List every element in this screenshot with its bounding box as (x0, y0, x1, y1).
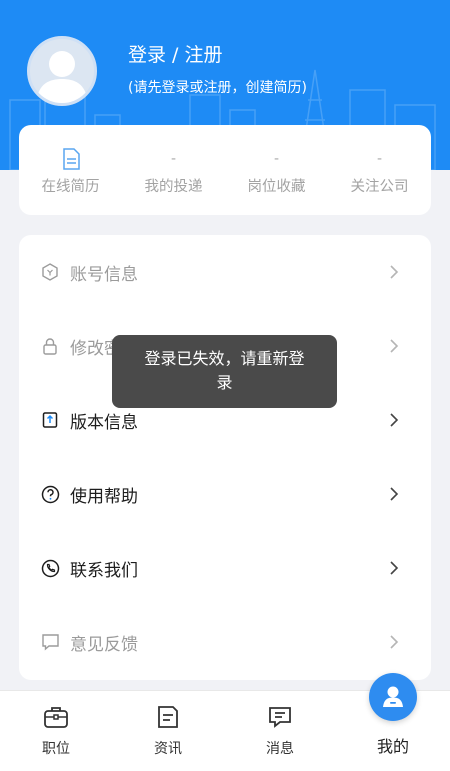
stat-followed-companies[interactable]: - 关注公司 (328, 125, 431, 215)
menu-item-label: 账号信息 (70, 265, 138, 285)
tab-jobs[interactable]: 职位 (0, 691, 112, 771)
stat-label: 关注公司 (350, 179, 409, 195)
menu-item-label: 使用帮助 (70, 487, 138, 507)
menu-item-label: 版本信息 (70, 413, 138, 433)
version-icon (40, 410, 60, 430)
lock-icon (40, 336, 60, 356)
tab-label: 消息 (266, 741, 294, 757)
user-avatar[interactable] (27, 36, 97, 106)
briefcase-icon (44, 707, 68, 728)
phone-icon (40, 558, 60, 578)
stat-online-resume[interactable]: 在线简历 (19, 125, 122, 215)
session-expired-toast: 登录已失效，请重新登 录 (112, 335, 337, 408)
toast-line: 录 (216, 373, 233, 392)
menu-item-account-info[interactable]: 账号信息 (19, 235, 431, 309)
help-icon (40, 484, 60, 504)
menu-item-label: 联系我们 (70, 561, 138, 581)
stat-job-favorites[interactable]: - 岗位收藏 (225, 125, 328, 215)
tab-profile[interactable] (369, 673, 417, 721)
stat-label: 我的投递 (144, 179, 203, 195)
tab-label: 职位 (42, 741, 70, 757)
news-icon (158, 706, 178, 728)
tab-label: 资讯 (154, 741, 182, 757)
menu-item-help[interactable]: 使用帮助 (19, 457, 431, 531)
menu-item-label: 意见反馈 (70, 635, 138, 655)
stat-label: 在线简历 (41, 179, 100, 195)
account-info-icon (40, 262, 60, 282)
default-user-icon (36, 51, 88, 103)
chevron-right-icon (390, 339, 399, 353)
chevron-right-icon (390, 413, 399, 427)
stat-label: 岗位收藏 (247, 179, 306, 195)
tab-news[interactable]: 资讯 (112, 691, 224, 771)
login-hint: (请先登录或注册，创建简历) (128, 80, 307, 96)
stat-value: - (273, 151, 280, 167)
chevron-right-icon (390, 265, 399, 279)
chevron-right-icon (390, 635, 399, 649)
menu-item-feedback[interactable]: 意见反馈 (19, 605, 431, 679)
toast-line: 登录已失效，请重新登 (144, 349, 305, 368)
stat-value: - (170, 151, 177, 167)
stat-value: - (376, 151, 383, 167)
stats-card: 在线简历 - 我的投递 - 岗位收藏 - 关注公司 (19, 125, 431, 215)
login-register-link[interactable]: 登录 / 注册 (128, 40, 222, 67)
profile-icon (383, 686, 403, 707)
tab-label[interactable]: 我的 (337, 733, 449, 757)
message-icon (269, 707, 291, 728)
resume-icon (62, 148, 80, 170)
menu-item-contact-us[interactable]: 联系我们 (19, 531, 431, 605)
chevron-right-icon (390, 487, 399, 501)
feedback-icon (40, 632, 60, 652)
stat-my-applications[interactable]: - 我的投递 (122, 125, 225, 215)
tab-messages[interactable]: 消息 (224, 691, 336, 771)
menu-card: 账号信息 修改密码 版本信息 使用帮助 联系我们 意见反馈 (19, 235, 431, 680)
chevron-right-icon (390, 561, 399, 575)
